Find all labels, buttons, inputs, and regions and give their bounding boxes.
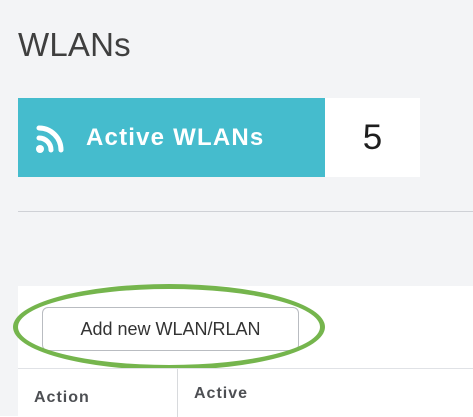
page-background: WLANs Active WLANs 5 Add new WLAN/RLAN A…: [0, 0, 473, 417]
wlan-table-header: Action Active: [18, 368, 473, 417]
column-header-active[interactable]: Active: [178, 369, 248, 417]
column-header-action[interactable]: Action: [18, 369, 178, 417]
active-wlans-label: Active WLANs: [86, 123, 265, 151]
wifi-signal-icon: [34, 121, 68, 155]
section-divider: [18, 211, 473, 212]
active-wlans-count: 5: [325, 98, 420, 177]
active-wlans-summary: Active WLANs 5: [18, 98, 420, 177]
add-new-wlan-rlan-button[interactable]: Add new WLAN/RLAN: [42, 307, 299, 351]
active-wlans-banner: Active WLANs: [18, 98, 325, 177]
page-title: WLANs: [18, 26, 131, 63]
